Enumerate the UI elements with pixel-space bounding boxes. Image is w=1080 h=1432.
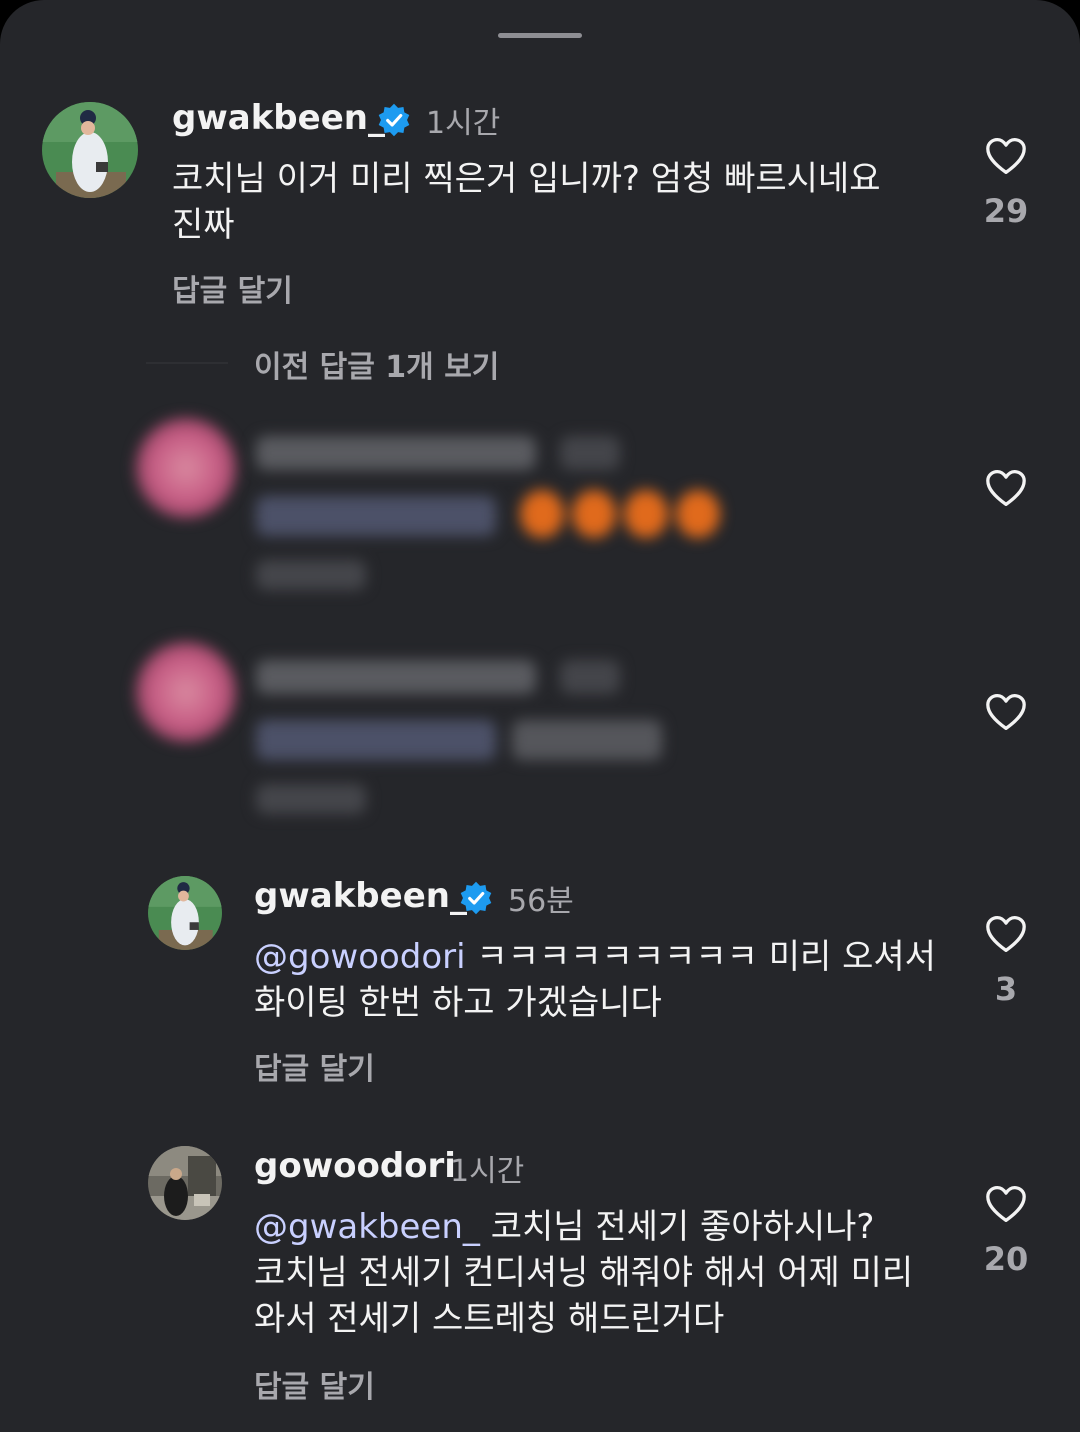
like-count: 20 <box>983 1240 1029 1278</box>
avatar[interactable] <box>42 102 138 198</box>
comment-text-line: 코치님 전세기 컨디셔닝 해줘야 해서 어제 미리 <box>254 1253 914 1293</box>
comment-text-segment: ㅋㅋㅋㅋㅋㅋㅋㅋㅋ 미리 오셔서 <box>465 937 936 977</box>
username[interactable]: gwakbeen_ <box>254 876 467 916</box>
comment-text-line: @gowoodori ㅋㅋㅋㅋㅋㅋㅋㅋㅋ 미리 오셔서 <box>254 934 954 980</box>
drag-handle[interactable] <box>498 33 582 38</box>
like-count: 29 <box>983 192 1029 230</box>
comments-sheet: gwakbeen_ 1시간 코치님 이거 미리 찍은거 입니까? 엄청 빠르시네… <box>0 0 1080 1432</box>
view-previous-replies-button[interactable]: 이전 답글 1개 보기 <box>254 342 499 386</box>
mention-link[interactable]: @gowoodori <box>254 937 466 977</box>
comment-text-line: 코치님 이거 미리 찍은거 입니까? 엄청 빠르시네요 <box>172 159 881 199</box>
username[interactable]: gwakbeen_ <box>172 98 385 138</box>
blurred-avatar <box>136 642 236 742</box>
comment-text: @gowoodori ㅋㅋㅋㅋㅋㅋㅋㅋㅋ 미리 오셔서 화이팅 한번 하고 가겠… <box>254 934 954 1026</box>
blurred-text <box>250 654 690 814</box>
verified-badge-icon <box>460 881 492 915</box>
comment-time: 1시간 <box>450 1154 525 1189</box>
heart-outline-icon[interactable] <box>984 1184 1028 1224</box>
mention-link[interactable]: @gwakbeen_ <box>254 1207 480 1247</box>
heart-outline-icon[interactable] <box>984 914 1028 954</box>
comment-text: 코치님 이거 미리 찍은거 입니까? 엄청 빠르시네요 진짜 <box>172 156 932 248</box>
comment-text-line: 와서 전세기 스트레칭 해드린거다 <box>254 1299 725 1339</box>
comment-text-segment: 코치님 전세기 좋아하시나? <box>479 1207 875 1247</box>
comment-time: 56분 <box>508 884 574 919</box>
heart-outline-icon[interactable] <box>984 136 1028 176</box>
avatar[interactable] <box>148 1146 222 1220</box>
like-count: 3 <box>994 970 1018 1008</box>
heart-outline-icon[interactable] <box>984 692 1028 732</box>
reply-button[interactable]: 답글 달기 <box>254 1362 375 1406</box>
comment-text-line: 화이팅 한번 하고 가겠습니다 <box>254 983 662 1023</box>
comment-text: @gwakbeen_ 코치님 전세기 좋아하시나? 코치님 전세기 컨디셔닝 해… <box>254 1204 954 1342</box>
blurred-avatar <box>136 418 236 518</box>
blurred-text <box>250 430 730 590</box>
heart-outline-icon[interactable] <box>984 468 1028 508</box>
comment-time: 1시간 <box>426 106 501 141</box>
reply-button[interactable]: 답글 달기 <box>172 266 293 310</box>
reply-thread-divider <box>146 362 228 364</box>
comment-text-line: 진짜 <box>172 205 235 245</box>
verified-badge-icon <box>378 103 410 137</box>
avatar[interactable] <box>148 876 222 950</box>
comment-text-line: @gwakbeen_ 코치님 전세기 좋아하시나? <box>254 1204 954 1250</box>
username[interactable]: gowoodori <box>254 1146 456 1186</box>
reply-button[interactable]: 답글 달기 <box>254 1044 375 1088</box>
